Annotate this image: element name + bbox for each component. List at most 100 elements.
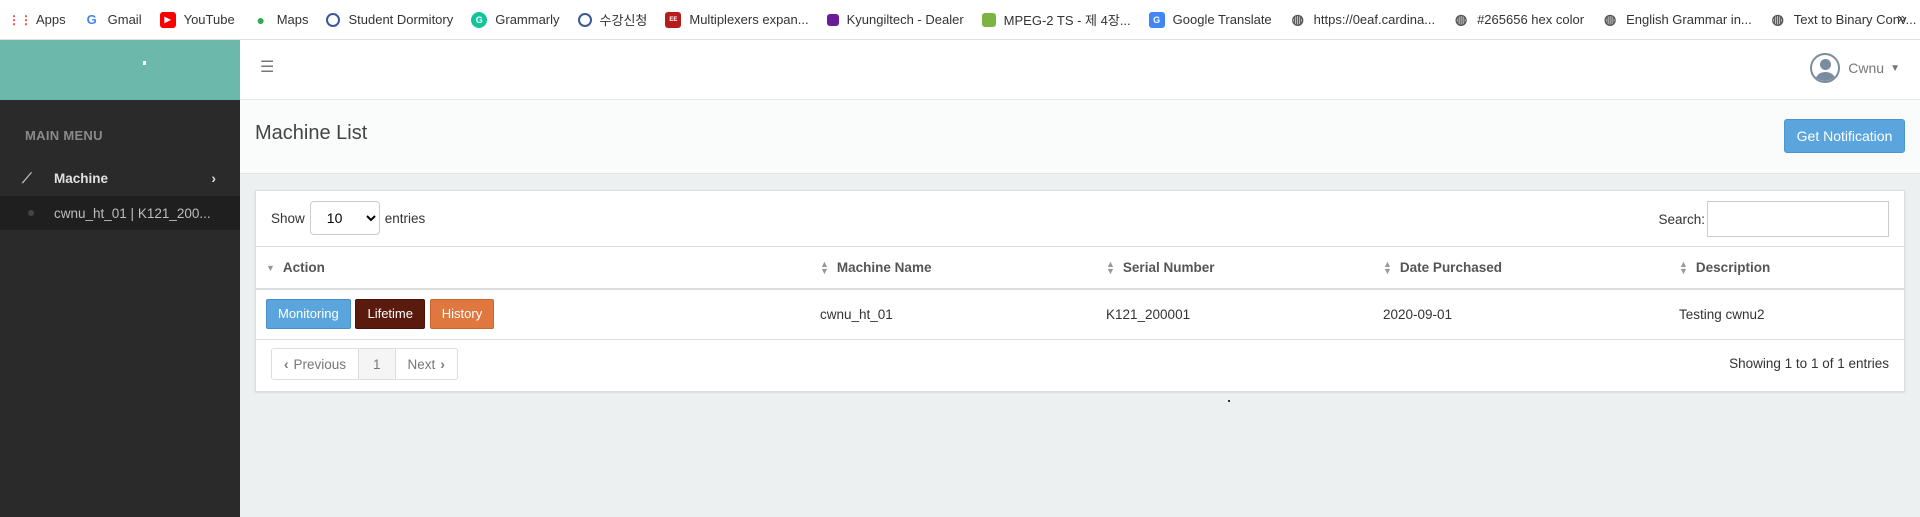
entries-length-control: Show 10 entries (271, 201, 425, 235)
sidebar-brand[interactable] (0, 40, 240, 100)
bookmark-label: Gmail (107, 12, 142, 27)
get-notification-button[interactable]: Get Notification (1784, 119, 1905, 153)
more-bookmarks-icon[interactable]: » (1897, 10, 1906, 28)
bookmark-english-grammar[interactable]: ◍ English Grammar in... (1602, 11, 1752, 28)
bookmark-text-to-binary[interactable]: ◍ Text to Binary Conv... (1770, 11, 1917, 28)
date-purchased-cell: 2020-09-01 (1383, 306, 1453, 322)
bookmark-label: 수강신청 (599, 13, 648, 28)
translate-icon: G (1148, 11, 1165, 28)
show-label: Show (271, 210, 305, 226)
bookmark-label: Apps (36, 12, 66, 27)
column-header-label: Serial Number (1122, 259, 1215, 275)
site-icon (577, 12, 592, 27)
machine-table: ▼ Action ▲ ▼ Machine Name ▲ ▼ Serial Number ▲… (256, 246, 1904, 340)
search-control: Search: (1658, 201, 1889, 237)
column-header-machine-name[interactable]: ▲ ▼ Machine Name (810, 246, 1096, 290)
chevron-right-icon: › (440, 356, 445, 372)
maps-pin-icon: ● (256, 11, 265, 28)
search-input[interactable] (1707, 201, 1889, 237)
bookmark-label: Student Dormitory (348, 12, 454, 27)
bookmark-maps[interactable]: ● Maps (253, 11, 309, 28)
machine-name-cell: cwnu_ht_01 (820, 306, 893, 322)
youtube-icon: ▶ (159, 11, 176, 28)
column-header-action[interactable]: ▼ Action (256, 246, 810, 290)
monitoring-button[interactable]: Monitoring (266, 299, 351, 330)
bookmark-label: YouTube (183, 12, 235, 27)
bookmark-label: English Grammar in... (1626, 12, 1752, 27)
bookmark-student-dormitory[interactable]: Student Dormitory (326, 12, 453, 27)
bookmark-course-registration[interactable]: 수강신청 (577, 10, 648, 29)
bookmark-mpeg2[interactable]: MPEG-2 TS - 제 4장... (981, 10, 1131, 29)
lifetime-button[interactable]: Lifetime (355, 299, 425, 330)
bookmark-google-translate[interactable]: G Google Translate (1148, 11, 1272, 28)
sort-icon: ▲ ▼ (1679, 258, 1688, 276)
bookmark-label: MPEG-2 TS - 제 4장... (1003, 13, 1131, 28)
sidebar-subitem-machine[interactable]: cwnu_ht_01 | K121_200... (0, 196, 240, 230)
column-header-description[interactable]: ▲ ▼ Description (1669, 246, 1904, 290)
entries-select[interactable]: 10 (309, 201, 380, 235)
wrench-icon: ⟋ (22, 169, 32, 186)
user-menu[interactable]: Cwnu ▼ (1810, 53, 1900, 83)
bookmark-label: #265656 hex color (1477, 12, 1585, 27)
previous-label: Previous (293, 356, 347, 372)
bookmark-youtube[interactable]: ▶ YouTube (159, 11, 235, 28)
site-icon (326, 12, 341, 27)
column-header-label: Date Purchased (1399, 259, 1502, 275)
sidebar: MAIN MENU ⟋ Machine › cwnu_ht_01 | K121_… (0, 40, 240, 517)
top-header: ☰ Cwnu ▼ (240, 40, 1920, 100)
pagination: ‹ Previous 1 Next › (271, 348, 458, 380)
history-button[interactable]: History (429, 299, 495, 330)
column-header-label: Machine Name (836, 259, 932, 275)
bookmark-label: Maps (276, 12, 309, 27)
bookmark-hex-color[interactable]: ◍ #265656 hex color (1453, 11, 1585, 28)
bookmark-label: https://0eaf.cardina... (1313, 12, 1436, 27)
bookmark-grammarly[interactable]: G Grammarly (471, 11, 560, 28)
sort-icon: ▲ ▼ (820, 258, 829, 276)
column-header-serial-number[interactable]: ▲ ▼ Serial Number (1096, 246, 1373, 290)
bookmark-apps[interactable]: ⋮⋮ Apps (8, 12, 66, 28)
chevron-left-icon: ‹ (284, 356, 289, 372)
sort-icon: ▲ ▼ (1383, 258, 1392, 276)
previous-page-button[interactable]: ‹ Previous (272, 349, 360, 379)
bookmarks-bar: ⋮⋮ Apps G Gmail ▶ YouTube ● Maps Student… (0, 0, 1920, 40)
bookmark-label: Kyungiltech - Dealer (846, 12, 964, 27)
sort-desc-icon: ▼ (266, 262, 275, 273)
page-1-button[interactable]: 1 (359, 349, 396, 379)
table-row: Monitoring Lifetime History cwnu_ht_01 K… (256, 289, 1904, 340)
brand-logo (143, 61, 146, 65)
page-title: Machine List (255, 122, 368, 144)
bookmark-label: Grammarly (495, 12, 560, 27)
menu-header: MAIN MENU (25, 128, 103, 143)
serial-number-cell: K121_200001 (1106, 306, 1191, 322)
column-header-label: Action (282, 259, 325, 275)
globe-icon: ◍ (1771, 11, 1784, 27)
search-label: Search: (1658, 211, 1705, 227)
table-header-row: ▼ Action ▲ ▼ Machine Name ▲ ▼ Serial Number ▲… (256, 246, 1904, 290)
site-icon: EE (665, 11, 682, 28)
google-icon: G (86, 12, 97, 27)
entries-label: entries (384, 210, 426, 226)
chevron-right-icon: › (211, 170, 216, 186)
globe-icon: ◍ (1454, 11, 1468, 27)
bookmark-kyungiltech[interactable]: Kyungiltech - Dealer (826, 12, 964, 27)
bullet-icon (28, 210, 34, 216)
next-page-button[interactable]: Next › (396, 349, 457, 379)
sidebar-subitem-label: cwnu_ht_01 | K121_200... (54, 205, 211, 221)
sidebar-item-machine[interactable]: ⟋ Machine › (0, 160, 240, 196)
bookmark-gmail[interactable]: G Gmail (84, 12, 142, 28)
column-header-label: Description (1695, 259, 1771, 275)
page-header: Machine List Get Notification (240, 100, 1920, 174)
bookmark-multiplexers[interactable]: EE Multiplexers expan... (665, 11, 809, 28)
bookmark-cardina[interactable]: ◍ https://0eaf.cardina... (1290, 11, 1436, 28)
user-name: Cwnu (1848, 60, 1885, 76)
sidebar-toggle-icon[interactable]: ☰ (260, 60, 278, 76)
globe-icon: ◍ (1603, 11, 1617, 27)
action-cell: Monitoring Lifetime History (256, 289, 810, 340)
avatar (1810, 53, 1841, 83)
apps-grid-icon: ⋮⋮ (8, 12, 32, 27)
bookmark-label: Google Translate (1172, 12, 1272, 27)
column-header-date-purchased[interactable]: ▲ ▼ Date Purchased (1373, 246, 1669, 290)
caret-down-icon: ▼ (1890, 62, 1900, 74)
sort-icon: ▲ ▼ (1106, 258, 1115, 276)
site-icon (826, 13, 839, 26)
